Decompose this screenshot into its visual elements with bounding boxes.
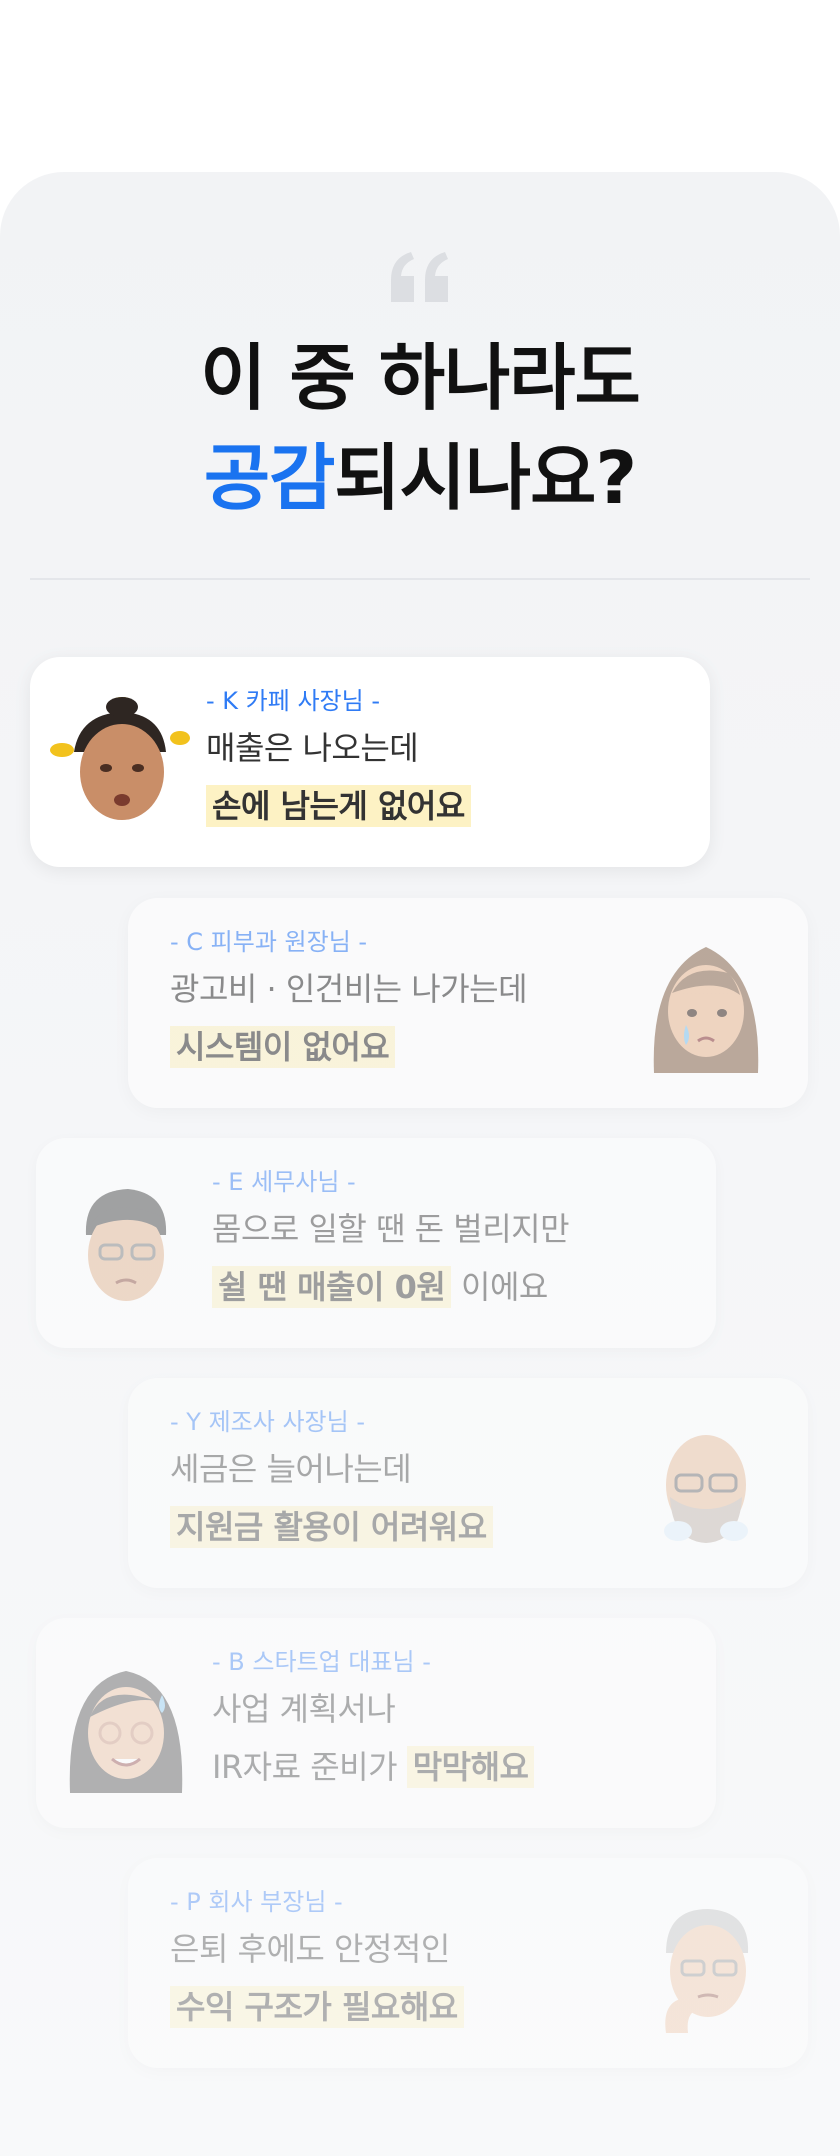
testimonial-card: - K 카페 사장님 - 매출은 나오는데 손에 남는게 없어요 [30, 657, 710, 867]
testimonial-line-2-post: 이에요 [451, 1268, 548, 1306]
section-divider [30, 578, 810, 580]
memoji-worried-man-avatar [85, 1189, 167, 1301]
page-title: 이 중 하나라도 공감되시나요? [0, 328, 840, 528]
testimonial-author: - B 스타트업 대표님 - [212, 1648, 431, 1676]
headline-accent: 공감 [203, 436, 335, 520]
testimonial-line-1: 사업 계획서나 [212, 1690, 396, 1728]
testimonial-author: - E 세무사님 - [212, 1168, 356, 1196]
testimonial-card: - P 회사 부장님 - 은퇴 후에도 안정적인 수익 구조가 필요해요 [128, 1858, 808, 2068]
testimonial-text: - B 스타트업 대표님 - 사업 계획서나 IR자료 준비가 막막해요 [212, 1644, 535, 1796]
memoji-bald-man-avatar [664, 1435, 748, 1543]
testimonial-line-2: IR자료 준비가 막막해요 [212, 1738, 535, 1796]
testimonial-highlight: 막막해요 [406, 1746, 535, 1788]
headline-line-2-rest: 되시나요? [334, 436, 637, 520]
testimonial-card: - C 피부과 원장님 - 광고비 · 인건비는 나가는데 시스템이 없어요 [128, 898, 808, 1108]
testimonial-card: - B 스타트업 대표님 - 사업 계획서나 IR자료 준비가 막막해요 [36, 1618, 716, 1828]
testimonial-author: - K 카페 사장님 - [206, 687, 380, 715]
testimonial-text: - Y 제조사 사장님 - 세금은 늘어나는데 지원금 활용이 어려워요 [170, 1404, 493, 1556]
headline-line-2: 공감되시나요? [0, 428, 840, 528]
testimonial-author: - Y 제조사 사장님 - [170, 1408, 365, 1436]
testimonial-text: - C 피부과 원장님 - 광고비 · 인건비는 나가는데 시스템이 없어요 [170, 924, 528, 1076]
testimonial-line-2: 쉴 땐 매출이 0원 이에요 [212, 1258, 569, 1316]
testimonial-highlight: 시스템이 없어요 [170, 1026, 396, 1068]
testimonial-highlight: 수익 구조가 필요해요 [170, 1986, 464, 2028]
testimonial-line-1: 매출은 나오는데 [206, 729, 419, 767]
memoji-stressed-man-avatar [50, 697, 190, 820]
testimonial-text: - E 세무사님 - 몸으로 일할 땐 돈 벌리지만 쉴 땐 매출이 0원 이에… [212, 1164, 570, 1316]
testimonial-line-1: 몸으로 일할 땐 돈 벌리지만 [212, 1210, 570, 1248]
testimonial-line-1: 은퇴 후에도 안정적인 [170, 1930, 450, 1968]
testimonial-line-2: 지원금 활용이 어려워요 [170, 1498, 493, 1556]
headline-line-1: 이 중 하나라도 [200, 336, 641, 420]
testimonial-line-2: 손에 남는게 없어요 [206, 777, 471, 835]
testimonial-author: - C 피부과 원장님 - [170, 928, 368, 956]
quote-icon [0, 252, 840, 306]
testimonial-line-1: 세금은 늘어나는데 [170, 1450, 412, 1488]
testimonial-highlight: 손에 남는게 없어요 [206, 785, 471, 827]
testimonial-card: - E 세무사님 - 몸으로 일할 땐 돈 벌리지만 쉴 땐 매출이 0원 이에… [36, 1138, 716, 1348]
testimonial-text: - P 회사 부장님 - 은퇴 후에도 안정적인 수익 구조가 필요해요 [170, 1884, 464, 2036]
testimonial-line-1: 광고비 · 인건비는 나가는데 [170, 970, 528, 1008]
memoji-crying-woman-avatar [653, 947, 759, 1073]
testimonial-line-2: 수익 구조가 필요해요 [170, 1978, 464, 2036]
testimonial-card: - Y 제조사 사장님 - 세금은 늘어나는데 지원금 활용이 어려워요 [128, 1378, 808, 1588]
testimonial-author: - P 회사 부장님 - [170, 1888, 343, 1916]
testimonial-highlight: 쉴 땐 매출이 0원 [212, 1266, 452, 1308]
testimonial-line-2-pre: IR자료 준비가 [212, 1748, 407, 1786]
testimonial-line-2: 시스템이 없어요 [170, 1018, 527, 1076]
memoji-sweating-woman-avatar [69, 1671, 183, 1793]
testimonial-highlight: 지원금 활용이 어려워요 [170, 1506, 493, 1548]
testimonial-text: - K 카페 사장님 - 매출은 나오는데 손에 남는게 없어요 [206, 683, 471, 835]
memoji-thinking-man-avatar [665, 1909, 749, 2033]
